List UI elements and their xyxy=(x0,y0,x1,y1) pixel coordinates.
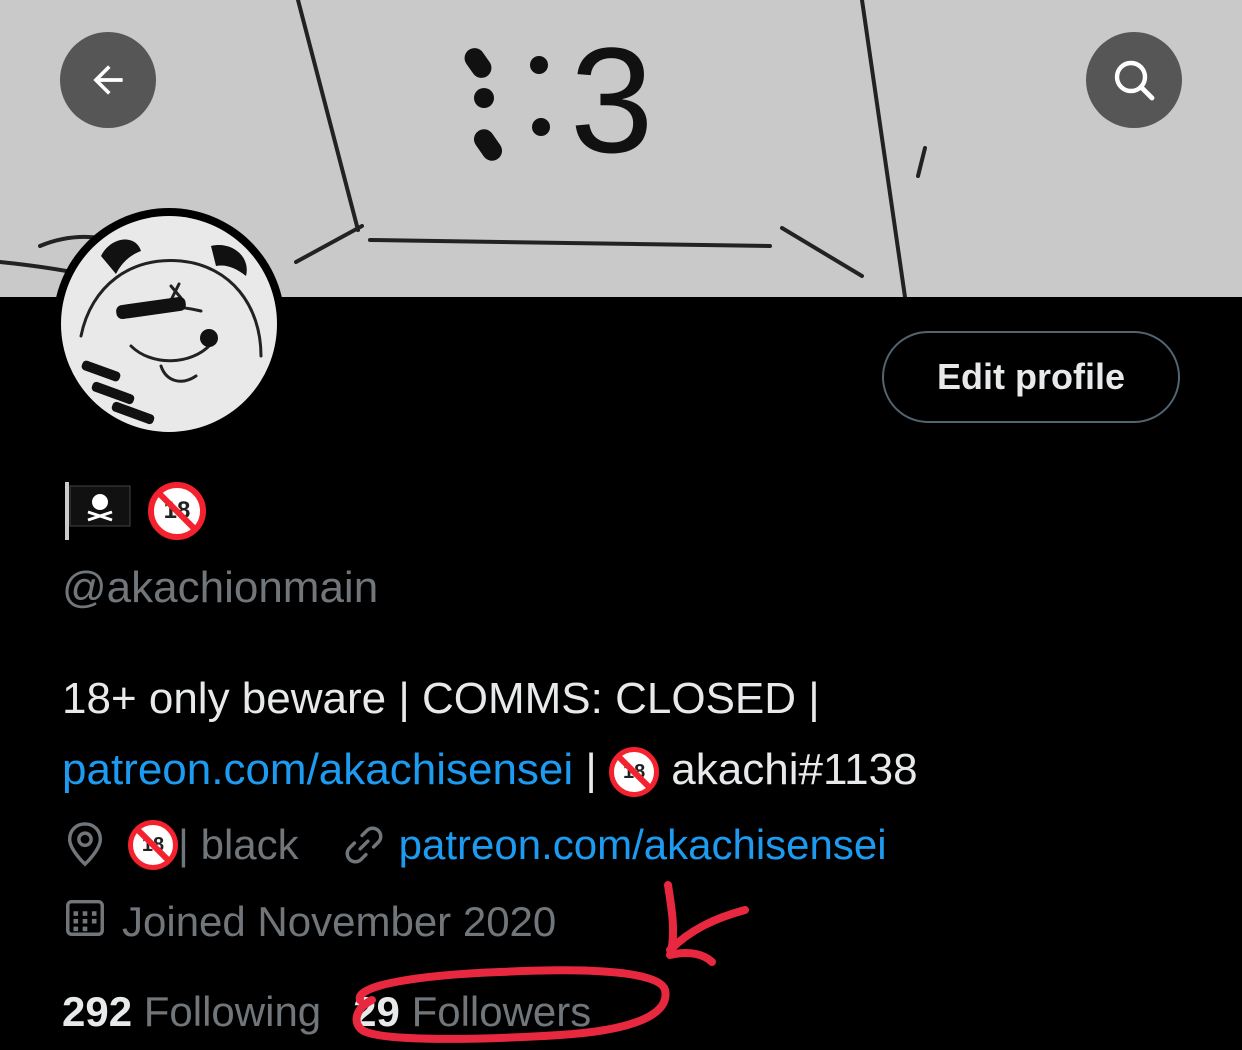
location-pin-icon xyxy=(62,820,108,870)
edit-profile-button[interactable]: Edit profile xyxy=(882,331,1180,423)
website-link[interactable]: patreon.com/akachisensei xyxy=(399,821,887,869)
following-stat[interactable]: 292 Following xyxy=(62,988,321,1036)
no-under-18-icon: 18 xyxy=(609,747,660,798)
search-button[interactable] xyxy=(1086,32,1182,128)
back-button[interactable] xyxy=(60,32,156,128)
search-icon xyxy=(1114,60,1155,101)
bio-discord-tag: akachi#1138 xyxy=(659,745,918,794)
display-name: 18 xyxy=(62,478,206,544)
calendar-icon xyxy=(62,894,108,950)
bio: 18+ only beware | COMMS: CLOSED | patreo… xyxy=(62,663,1182,805)
bio-line-2: patreon.com/akachisensei | 18 akachi#113… xyxy=(62,734,1182,805)
followers-count: 29 xyxy=(353,988,400,1035)
bio-patreon-link[interactable]: patreon.com/akachisensei xyxy=(62,745,573,794)
username-handle: @akachionmain xyxy=(62,563,379,612)
bio-line-1: 18+ only beware | COMMS: CLOSED | xyxy=(62,674,820,723)
following-label: Following xyxy=(143,988,322,1035)
follow-stats: 292 Following 29 Followers xyxy=(62,988,591,1036)
following-count: 292 xyxy=(62,988,133,1035)
profile-meta: 18 | black patreon.com/akachisensei xyxy=(62,818,887,872)
bio-separator: | xyxy=(573,745,610,794)
no-under-18-icon: 18 xyxy=(148,482,206,540)
joined-date: Joined November 2020 xyxy=(62,895,556,949)
arrow-left-icon xyxy=(93,65,123,95)
pirate-flag-icon xyxy=(65,482,131,540)
banner-text: 3 xyxy=(570,16,653,184)
joined-text: Joined November 2020 xyxy=(122,898,557,945)
followers-stat[interactable]: 29 Followers xyxy=(353,988,591,1036)
link-icon xyxy=(341,822,387,868)
location-text: | black xyxy=(178,821,299,868)
no-under-18-icon: 18 xyxy=(128,820,178,870)
annotation-arrow xyxy=(664,881,749,966)
followers-label: Followers xyxy=(411,988,592,1035)
avatar-drawing xyxy=(79,239,263,425)
avatar[interactable] xyxy=(53,208,285,440)
